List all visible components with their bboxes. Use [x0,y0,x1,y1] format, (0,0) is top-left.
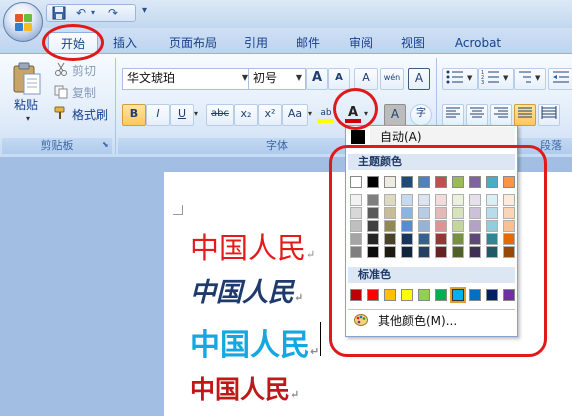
office-button[interactable] [3,2,43,42]
doc-line-1-text: 中国人民 [190,231,307,265]
doc-line-2-text: 中国人民 [190,278,295,308]
font-size-dropdown-icon[interactable]: ▼ [293,69,305,87]
font-name-value: 华文琥珀 [127,71,176,85]
multilevel-list-button[interactable]: ▼ [514,68,546,90]
highlight-label: ab [320,108,332,118]
doc-line-3-text: 中国人民 [190,328,310,363]
underline-dropdown-icon[interactable]: ▾ [194,109,198,118]
text-cursor [320,322,321,356]
character-shading-button[interactable]: A [384,104,406,126]
format-painter-button[interactable]: 格式刷 [72,106,108,123]
superscript-button[interactable]: x² [258,104,282,126]
svg-text:▼: ▼ [467,74,473,82]
tab-acrobat[interactable]: Acrobat [446,32,510,54]
format-painter-icon [54,106,68,120]
copy-icon [54,85,68,99]
quick-access-toolbar: ↶ ▾ ↷ [46,4,136,22]
shrink-font-button[interactable]: A [328,68,350,90]
tab-references[interactable]: 引用 [236,32,276,54]
distributed-button[interactable] [538,104,560,126]
office-logo-icon [15,14,33,32]
paragraph-mark: ↵ [310,345,320,358]
tab-review[interactable]: 审阅 [341,32,381,54]
copy-button[interactable]: 复制 [72,84,96,101]
paste-icon[interactable] [8,60,44,96]
tab-mailings[interactable]: 邮件 [288,32,328,54]
svg-text:▼: ▼ [535,74,541,82]
qat-customize-icon[interactable]: ▾ [142,5,147,16]
phonetic-guide-button[interactable]: wén [380,68,404,90]
scissors-icon [54,62,68,76]
character-border-button[interactable]: A [408,68,430,90]
enclose-characters-button[interactable]: 字 [410,104,432,126]
svg-text:3: 3 [481,80,484,85]
font-size-value: 初号 [253,71,278,85]
align-left-button[interactable] [442,104,464,126]
change-case-button[interactable]: Aa [282,104,308,126]
paste-dropdown-icon[interactable]: ▾ [26,114,30,123]
paragraph-mark: ↵ [290,388,300,401]
decrease-indent-button[interactable] [548,68,572,90]
underline-button[interactable]: U [170,104,194,126]
doc-line-4[interactable]: 中国人民↵ [190,370,299,406]
annotation-circle-home-tab [42,24,104,61]
bold-button[interactable]: B [122,104,146,126]
paste-button[interactable]: 粘贴 [14,96,44,112]
font-name-combo[interactable]: 华文琥珀 ▼ [122,68,252,90]
grow-font-button[interactable]: A [306,68,328,90]
doc-line-3[interactable]: 中国人民 ↵ [190,320,321,364]
highlight-color-bar [318,119,334,123]
tab-page-layout[interactable]: 页面布局 [158,32,228,54]
bullets-button[interactable]: ▼ [442,68,478,90]
undo-dropdown-icon[interactable]: ▾ [85,6,101,20]
tab-insert[interactable]: 插入 [103,32,147,54]
doc-line-2[interactable]: 中国人民↵ [190,272,303,309]
clear-format-button[interactable]: A [354,68,378,90]
align-center-button[interactable] [466,104,488,126]
change-case-dropdown-icon[interactable]: ▾ [308,109,312,118]
tab-view[interactable]: 视图 [393,32,433,54]
subscript-button[interactable]: x₂ [234,104,258,126]
group-separator [115,58,116,154]
redo-button[interactable]: ↷ [105,6,121,20]
doc-line-4-text: 中国人民 [190,375,291,404]
numbering-button[interactable]: 1 2 3 ▼ [478,68,514,90]
svg-text:▼: ▼ [503,74,509,82]
paragraph-mark: ↵ [306,248,316,261]
justify-button[interactable] [514,104,536,126]
annotation-circle-font-color [333,88,378,130]
automatic-color-swatch[interactable] [351,130,365,144]
clipboard-launcher-icon[interactable]: ⬊ [102,140,109,149]
cut-button[interactable]: 剪切 [72,62,96,79]
align-right-button[interactable] [490,104,512,126]
annotation-box-color-palette [329,145,547,357]
save-icon[interactable] [51,6,67,20]
margin-corner-mark [173,205,183,215]
doc-line-1[interactable]: 中国人民↵ [190,225,315,267]
italic-button[interactable]: I [146,104,170,126]
paragraph-mark: ↵ [294,291,304,304]
clipboard-group-label: 剪贴板 [2,138,112,154]
automatic-color-option[interactable]: 自动(A) [370,127,515,147]
font-size-combo[interactable]: 初号 ▼ [248,68,306,90]
strikethrough-button[interactable]: abc [206,104,234,126]
